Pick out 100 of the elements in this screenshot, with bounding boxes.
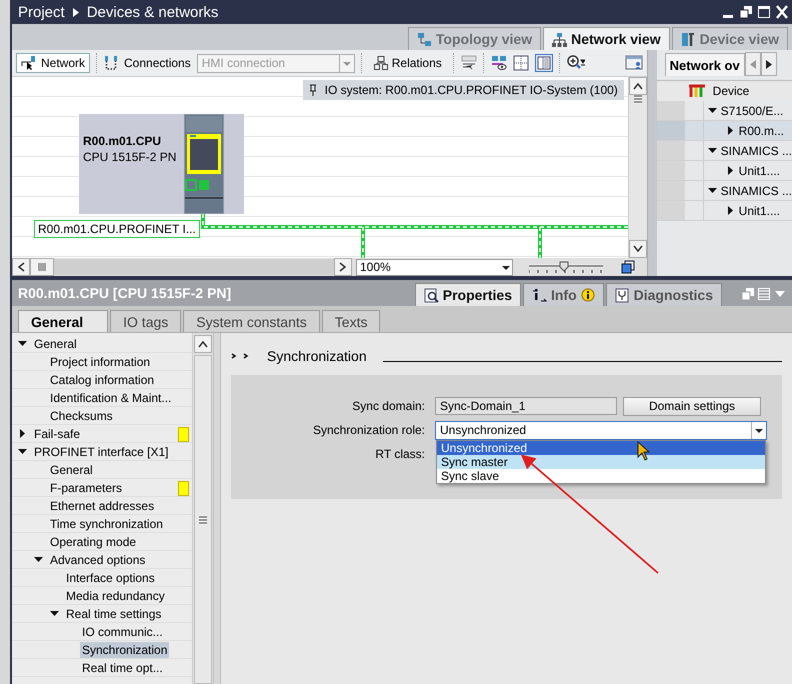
expand-arrow-icon[interactable] <box>18 429 27 438</box>
chevron-right-icon[interactable] <box>231 352 251 360</box>
tree-item[interactable]: Ethernet addresses <box>48 498 156 514</box>
breadcrumb-item[interactable]: Devices & networks <box>86 4 218 20</box>
tree-item[interactable]: Catalog information <box>48 372 156 388</box>
network-button[interactable]: Network <box>16 53 90 73</box>
tree-item[interactable]: F-parameters <box>48 480 124 496</box>
tree-item[interactable]: PROFINET interface [X1] <box>32 444 170 460</box>
collapse-arrow-icon[interactable] <box>708 186 717 195</box>
view-tab[interactable]: Network view <box>543 27 670 50</box>
row-header-cell[interactable] <box>656 181 685 200</box>
tree-item[interactable]: Synchronization <box>80 642 170 658</box>
tree-item[interactable]: Fail-safe <box>32 426 82 442</box>
scroll-down-icon[interactable] <box>632 245 643 253</box>
tree-item[interactable]: Interface options <box>64 570 157 586</box>
network-canvas[interactable]: IO system: R00.m01.CPU.PROFINET IO-System (100) R00.m01.CPU CPU 1515F-2 PN R00.m01.CPU.PROFINET I... <box>12 77 628 258</box>
property-tab[interactable]: IO tags <box>110 310 182 332</box>
window-user-icon[interactable] <box>624 55 643 71</box>
scroll-left-icon[interactable] <box>17 262 25 272</box>
panel-tab[interactable]: Info <box>522 283 604 306</box>
tree-item[interactable]: Real time opt... <box>80 660 165 676</box>
panel-tab[interactable]: Properties <box>414 283 521 306</box>
row-header-cell[interactable] <box>656 101 685 120</box>
relations-button[interactable]: Relations <box>368 53 447 73</box>
network-view-icon <box>552 32 568 46</box>
tab-right-icon[interactable] <box>766 60 772 68</box>
collapse-arrow-icon[interactable] <box>708 106 717 115</box>
horizontal-scrollbar[interactable] <box>12 259 352 275</box>
stethoscope-icon <box>614 288 630 302</box>
sync-domain-field[interactable]: Sync-Domain_1 <box>435 397 617 415</box>
dropdown-button[interactable] <box>751 422 766 438</box>
scroll-grip-icon <box>38 263 46 271</box>
collapse-arrow-icon[interactable] <box>708 146 717 155</box>
property-tab[interactable]: Texts <box>322 310 380 332</box>
grid-icon[interactable] <box>512 55 529 71</box>
tab-scroll-button[interactable] <box>760 52 777 76</box>
subnet-label[interactable]: R00.m01.CPU.PROFINET I... <box>34 220 200 238</box>
device-row[interactable]: Unit1.... <box>704 164 780 178</box>
device-card[interactable]: R00.m01.CPU CPU 1515F-2 PN <box>79 114 244 214</box>
row-header-cell[interactable] <box>656 141 685 160</box>
scroll-up-icon[interactable] <box>632 82 643 90</box>
close-icon[interactable] <box>776 5 788 19</box>
vertical-scrollbar[interactable] <box>628 77 647 258</box>
row-header-cell[interactable] <box>656 121 685 140</box>
tree-item[interactable]: General <box>32 336 79 352</box>
collapse-arrow-icon[interactable] <box>50 609 59 618</box>
tree-item[interactable]: Project information <box>48 354 152 370</box>
tree-item[interactable]: Time synchronization <box>48 516 165 532</box>
property-tab[interactable]: System constants <box>183 310 320 332</box>
table-view-icon[interactable] <box>534 54 553 72</box>
dropdown-option[interactable]: Sync master <box>437 455 765 469</box>
tree-item[interactable]: Operating mode <box>48 534 138 550</box>
device-row[interactable]: S71500/E... <box>704 104 784 118</box>
scroll-button[interactable] <box>334 258 352 276</box>
dropdown-list[interactable]: Unsynchronized Sync master Sync slave <box>436 440 766 484</box>
panel-tab[interactable]: Diagnostics <box>606 283 722 306</box>
fit-view-icon[interactable] <box>621 260 635 274</box>
breadcrumb-item[interactable]: Project <box>18 4 65 20</box>
sync-role-dropdown[interactable]: Unsynchronized <box>435 420 767 440</box>
scroll-up-icon[interactable] <box>198 340 208 348</box>
expand-arrow-icon[interactable] <box>726 206 735 215</box>
slider-thumb[interactable] <box>560 262 569 272</box>
tree-item[interactable]: General <box>48 462 95 478</box>
zoom-dropdown[interactable]: 100% <box>356 258 513 276</box>
collapse-arrow-icon[interactable] <box>34 555 43 564</box>
column-header[interactable]: Device <box>708 84 750 98</box>
zoom-slider[interactable] <box>529 260 603 274</box>
collapse-arrow-icon[interactable] <box>18 447 27 456</box>
tree-item[interactable]: Real time settings <box>64 606 164 622</box>
zoom-in-icon[interactable] <box>566 55 585 71</box>
expand-arrow-icon[interactable] <box>726 166 735 175</box>
row-header-cell[interactable] <box>656 201 685 220</box>
scroll-button[interactable] <box>12 258 30 276</box>
tree-item[interactable]: Identification & Maint... <box>48 390 174 406</box>
network-overview-tab[interactable]: Network ov <box>664 53 745 76</box>
tree-item[interactable]: Advanced options <box>48 552 148 568</box>
tree-item[interactable]: Checksums <box>48 408 115 424</box>
dropdown-option[interactable]: Unsynchronized <box>437 441 765 455</box>
restore-icon[interactable] <box>740 5 752 19</box>
device-row[interactable]: SINAMICS ... <box>704 184 792 198</box>
tree-item[interactable]: IO communic... <box>80 624 165 640</box>
expand-arrow-icon[interactable] <box>726 126 735 135</box>
scroll-button[interactable] <box>628 77 647 95</box>
device-row[interactable]: Unit1.... <box>704 204 780 218</box>
collapse-arrow-icon[interactable] <box>18 339 27 348</box>
scroll-button[interactable] <box>628 240 647 258</box>
scroll-button[interactable] <box>30 258 54 276</box>
vertical-scrollbar[interactable] <box>193 333 214 684</box>
domain-settings-button[interactable]: Domain settings <box>623 396 761 416</box>
eye-icon[interactable] <box>490 55 507 71</box>
field-label: RT class: <box>374 447 426 461</box>
scroll-right-icon[interactable] <box>339 262 347 272</box>
maximize-icon[interactable] <box>758 5 770 19</box>
property-tab[interactable]: General <box>18 310 108 332</box>
row-header-cell[interactable] <box>656 161 685 180</box>
device-row[interactable]: SINAMICS ... <box>704 144 792 158</box>
dropdown-option[interactable]: Sync slave <box>437 469 765 483</box>
tree-item[interactable]: Media redundancy <box>64 588 167 604</box>
scroll-button[interactable] <box>194 335 212 353</box>
pin-icon <box>308 84 317 96</box>
